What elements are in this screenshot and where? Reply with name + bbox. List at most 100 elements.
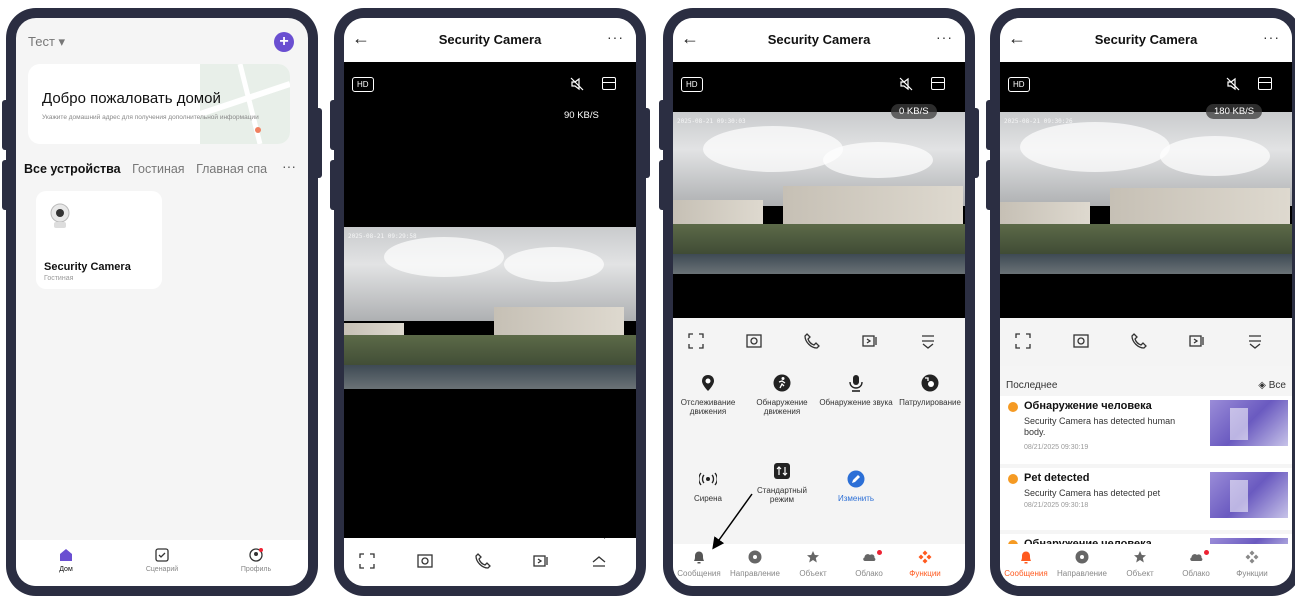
hd-toggle[interactable]: HD	[681, 77, 703, 92]
fullscreen-icon[interactable]	[687, 332, 705, 350]
message-title: Обнаружение человека	[1024, 400, 1152, 412]
more-button[interactable]: ···	[936, 29, 953, 45]
direction-icon	[1075, 550, 1089, 564]
tab-label: Объект	[1126, 569, 1154, 578]
fullscreen-icon[interactable]	[358, 552, 376, 570]
feature-patrol[interactable]: Патрулирование	[893, 374, 965, 407]
message-thumbnail[interactable]	[1210, 400, 1288, 446]
tab-cloud[interactable]: Облако	[841, 550, 897, 578]
tab-functions[interactable]: Функции	[1224, 550, 1280, 578]
mute-icon[interactable]	[570, 77, 584, 91]
phone-icon[interactable]	[1130, 332, 1148, 350]
tab-label: Сообщения	[1004, 569, 1048, 578]
tab-direction[interactable]: Направление	[1054, 550, 1110, 578]
message-thumbnail[interactable]	[1210, 472, 1288, 518]
phone-icon[interactable]	[474, 552, 492, 570]
tab-scenario-label: Сценарий	[145, 566, 179, 573]
functions-icon	[918, 550, 932, 564]
tab-favorites[interactable]: Объект	[785, 550, 841, 578]
all-label: Все	[1268, 380, 1286, 391]
feature-siren[interactable]: Сирена	[673, 470, 745, 503]
video-area[interactable]: HD 90 KB/S 2025-08-21 09:29:58	[344, 62, 636, 552]
star-icon	[1134, 551, 1146, 563]
feature-sound-detection[interactable]: Обнаружение звука	[819, 374, 893, 407]
collapse-icon[interactable]	[919, 332, 937, 350]
tab-master-bedroom[interactable]: Главная спа	[196, 162, 267, 176]
tab-label: Облако	[855, 569, 883, 578]
screenshot-icon[interactable]	[416, 552, 434, 570]
layout-icon[interactable]	[1258, 77, 1272, 90]
cloud-icon	[863, 554, 876, 561]
house-selector[interactable]: Тест ▾	[28, 34, 65, 50]
video-area[interactable]: HD 2025-08-21 09:30:03 0 KB/S	[673, 62, 965, 318]
tab-all-devices[interactable]: Все устройства	[24, 162, 121, 176]
expand-up-icon[interactable]	[590, 552, 608, 570]
feature-motion-detection[interactable]: Обнаружение движения	[745, 374, 819, 416]
tab-home[interactable]: Дом	[36, 548, 96, 573]
record-icon[interactable]	[861, 332, 879, 350]
record-icon[interactable]	[532, 552, 550, 570]
tab-direction[interactable]: Направление	[727, 550, 783, 578]
feature-label: Сирена	[693, 494, 722, 503]
rooms-more-button[interactable]: ···	[282, 158, 296, 174]
tab-label: Объект	[799, 569, 827, 578]
patrol-icon	[921, 374, 939, 392]
tab-label: Облако	[1182, 569, 1210, 578]
more-button[interactable]: ···	[607, 29, 624, 45]
messages-screen: ← Security Camera ··· HD 2025-08-21 09:3…	[1000, 18, 1292, 586]
tab-profile[interactable]: Профиль	[226, 548, 286, 573]
phone-icon[interactable]	[803, 332, 821, 350]
camera-tab-bar: Сообщения Направление Объект Облако Функ…	[673, 544, 965, 586]
hd-toggle[interactable]: HD	[352, 77, 374, 92]
layout-icon[interactable]	[602, 77, 616, 90]
mute-icon[interactable]	[1226, 77, 1240, 91]
mute-icon[interactable]	[899, 77, 913, 91]
message-item[interactable]: Pet detected Security Camera has detecte…	[1000, 468, 1292, 530]
feature-label: Патрулирование	[899, 398, 961, 407]
record-icon[interactable]	[1188, 332, 1206, 350]
tab-scenario[interactable]: Сценарий	[132, 548, 192, 573]
bitrate-label: 180 KB/S	[1206, 104, 1263, 119]
tab-functions[interactable]: Функции	[897, 550, 953, 578]
home-icon	[60, 549, 72, 561]
volume-button	[330, 100, 338, 150]
bitrate-label: 0 KB/S	[891, 104, 937, 119]
page-title: Security Camera	[1094, 32, 1198, 47]
message-time: 08/21/2025 09:30:18	[1024, 502, 1089, 509]
edit-icon	[847, 470, 865, 488]
alert-icon	[1008, 474, 1018, 484]
tab-label: Направление	[730, 569, 780, 578]
feature-edit[interactable]: Изменить	[819, 470, 893, 503]
all-filter-button[interactable]: ◈ Все	[1258, 380, 1286, 391]
tab-messages[interactable]: Сообщения	[1000, 550, 1054, 578]
tab-cloud[interactable]: Облако	[1168, 550, 1224, 578]
tab-label: Сообщения	[677, 569, 721, 578]
bitrate-label: 90 KB/S	[564, 110, 599, 121]
live-view-screen: ← Security Camera ··· HD 90 KB/S 2025-08…	[344, 18, 636, 586]
power-button	[314, 108, 322, 178]
collapse-icon[interactable]	[1246, 332, 1264, 350]
fullscreen-icon[interactable]	[1014, 332, 1032, 350]
welcome-title: Добро пожаловать домой	[42, 90, 221, 107]
more-button[interactable]: ···	[1263, 29, 1280, 45]
layout-icon[interactable]	[931, 77, 945, 90]
hd-toggle[interactable]: HD	[1008, 77, 1030, 92]
message-description: Security Camera has detected human body.	[1024, 416, 1176, 437]
feature-standard-mode[interactable]: Стандартный режим	[745, 462, 819, 504]
tab-messages[interactable]: Сообщения	[673, 550, 727, 578]
tab-label: Направление	[1057, 569, 1107, 578]
welcome-card[interactable]: Добро пожаловать домой Укажите домашний …	[28, 64, 290, 144]
add-device-button[interactable]: +	[274, 32, 294, 52]
message-item[interactable]: Обнаружение человека Security Camera has…	[1000, 396, 1292, 464]
video-area[interactable]: HD 2025-08-21 09:30:26 180 KB/S	[1000, 62, 1292, 318]
device-card[interactable]: Security Camera Гостиная	[36, 191, 162, 289]
screenshot-icon[interactable]	[745, 332, 763, 350]
screenshot-icon[interactable]	[1072, 332, 1090, 350]
title-bar: ← Security Camera ···	[1000, 18, 1292, 62]
tab-living-room[interactable]: Гостиная	[132, 162, 184, 176]
cloud-icon	[1190, 554, 1203, 561]
tab-favorites[interactable]: Объект	[1112, 550, 1168, 578]
feature-motion-tracking[interactable]: Отслеживание движения	[673, 374, 745, 416]
location-pin-icon	[702, 375, 714, 391]
tab-label: Функции	[1236, 569, 1268, 578]
